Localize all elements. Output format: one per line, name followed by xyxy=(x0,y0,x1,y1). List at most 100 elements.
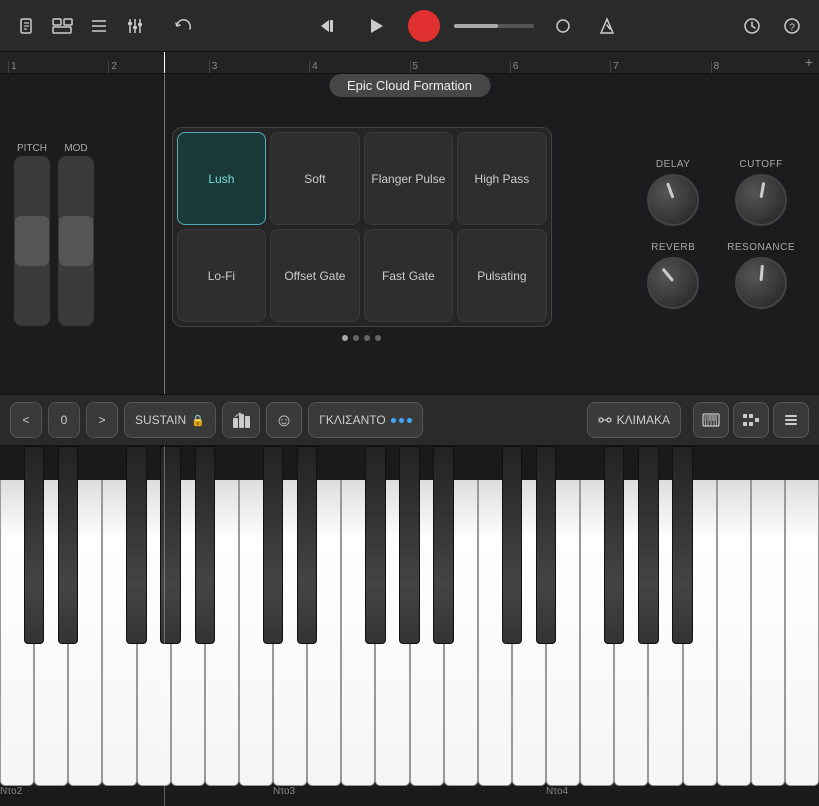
pad-pulsating[interactable]: Pulsating xyxy=(457,229,547,322)
black-key-1-5[interactable] xyxy=(433,446,453,644)
mod-thumb xyxy=(59,216,93,266)
keyboard-section: Ντο2 Ντο3 Ντο4 xyxy=(0,446,819,806)
piano-icon-button[interactable] xyxy=(693,402,729,438)
help-button[interactable]: ? xyxy=(777,11,807,41)
delay-knob[interactable] xyxy=(647,174,699,226)
resonance-knob[interactable] xyxy=(735,257,787,309)
emoji-button[interactable]: ☺ xyxy=(266,402,302,438)
pad-lo-fi[interactable]: Lo-Fi xyxy=(177,229,267,322)
pads-dot-1[interactable] xyxy=(342,335,348,341)
toolbar-center xyxy=(206,8,729,44)
scala-button[interactable]: ΚΛΙΜΑΚΑ xyxy=(587,402,681,438)
note-label-c3: Ντο3 xyxy=(273,786,295,797)
arp-button[interactable] xyxy=(222,402,260,438)
octave-next-button[interactable]: > xyxy=(86,402,118,438)
black-key-0-4[interactable] xyxy=(160,446,180,644)
pitch-slider[interactable] xyxy=(14,156,50,326)
black-key-0-1[interactable] xyxy=(58,446,78,644)
sliders xyxy=(14,156,94,326)
glide-dot-3 xyxy=(407,418,412,423)
sustain-label: SUSTAIN xyxy=(135,413,186,427)
black-key-2-0[interactable] xyxy=(502,446,522,644)
ruler-mark-1: 1 xyxy=(8,61,108,73)
pad-lush[interactable]: Lush xyxy=(177,132,267,225)
ruler-mark-2: 2 xyxy=(108,61,208,73)
ruler-mark-3: 3 xyxy=(209,61,309,73)
ruler-mark-6: 6 xyxy=(510,61,610,73)
pads-grid: Lush Soft Flanger Pulse High Pass Lo-Fi … xyxy=(172,127,552,327)
white-key-22[interactable] xyxy=(751,480,785,786)
black-key-2-4[interactable] xyxy=(638,446,658,644)
pad-fast-gate[interactable]: Fast Gate xyxy=(364,229,454,322)
pads-section: Lush Soft Flanger Pulse High Pass Lo-Fi … xyxy=(110,127,613,341)
mod-label: MOD xyxy=(58,143,94,154)
pads-dot-3[interactable] xyxy=(364,335,370,341)
reverb-label: REVERB xyxy=(651,242,695,253)
bottom-controls: < 0 > SUSTAIN 🔒 ☺ ΓΚΛΙΣΑΝΤΟ ΚΛΙΜΑΚΑ xyxy=(0,394,819,446)
resonance-label: RESONANCE xyxy=(727,242,795,253)
record-button[interactable] xyxy=(408,10,440,42)
ruler-plus-icon[interactable]: + xyxy=(805,54,813,70)
delay-label: DELAY xyxy=(656,159,691,170)
mod-slider[interactable] xyxy=(58,156,94,326)
playhead-line xyxy=(164,52,165,73)
white-key-23[interactable] xyxy=(785,480,819,786)
black-key-0-5[interactable] xyxy=(195,446,215,644)
pitch-label: PITCH xyxy=(14,143,50,154)
mixer-icon[interactable] xyxy=(120,11,150,41)
pad-offset-gate[interactable]: Offset Gate xyxy=(270,229,360,322)
play-button[interactable] xyxy=(358,8,394,44)
pads-pagination xyxy=(342,335,381,341)
pads-dot-4[interactable] xyxy=(375,335,381,341)
black-key-2-1[interactable] xyxy=(536,446,556,644)
new-document-icon[interactable] xyxy=(12,11,42,41)
note-label-c4: Ντο4 xyxy=(546,786,568,797)
cutoff-label: CUTOFF xyxy=(739,159,782,170)
lock-icon: 🔒 xyxy=(191,414,205,427)
list-icon[interactable] xyxy=(84,11,114,41)
rewind-button[interactable] xyxy=(314,11,344,41)
ruler-mark-4: 4 xyxy=(309,61,409,73)
right-icons xyxy=(693,402,809,438)
toolbar-right: ? xyxy=(737,11,807,41)
tracks-icon[interactable] xyxy=(48,11,78,41)
black-key-1-4[interactable] xyxy=(399,446,419,644)
black-key-1-3[interactable] xyxy=(365,446,385,644)
octave-prev-button[interactable]: < xyxy=(10,402,42,438)
pad-soft[interactable]: Soft xyxy=(270,132,360,225)
glide-button[interactable]: ΓΚΛΙΣΑΝΤΟ xyxy=(308,402,423,438)
black-key-1-1[interactable] xyxy=(297,446,317,644)
black-key-2-5[interactable] xyxy=(672,446,692,644)
cutoff-knob-group: CUTOFF xyxy=(727,159,795,226)
resonance-knob-group: RESONANCE xyxy=(727,242,795,309)
black-key-1-0[interactable] xyxy=(263,446,283,644)
pitch-thumb xyxy=(15,216,49,266)
volume-slider[interactable] xyxy=(454,24,534,28)
undo-btn[interactable] xyxy=(168,11,198,41)
pad-flanger-pulse[interactable]: Flanger Pulse xyxy=(364,132,454,225)
note-labels: Ντο2 Ντο3 Ντο4 xyxy=(0,786,819,806)
pads-dot-2[interactable] xyxy=(353,335,359,341)
toolbar: ? xyxy=(0,0,819,52)
pattern-icon-button[interactable] xyxy=(733,402,769,438)
black-key-0-0[interactable] xyxy=(24,446,44,644)
song-name[interactable]: Epic Cloud Formation xyxy=(329,74,490,97)
glide-dots xyxy=(391,418,412,423)
main-area: PITCH MOD Lush Soft Flanger Pulse High P… xyxy=(0,74,819,394)
volume-circle-icon xyxy=(548,11,578,41)
white-key-21[interactable] xyxy=(717,480,751,786)
keyboard-container: Ντο2 Ντο3 Ντο4 xyxy=(0,446,819,806)
cutoff-knob[interactable] xyxy=(735,174,787,226)
emoji-icon: ☺ xyxy=(275,410,293,431)
black-key-2-3[interactable] xyxy=(604,446,624,644)
toolbar-left xyxy=(12,11,150,41)
metronome-icon[interactable] xyxy=(592,11,622,41)
sustain-button[interactable]: SUSTAIN 🔒 xyxy=(124,402,216,438)
pad-high-pass[interactable]: High Pass xyxy=(457,132,547,225)
svg-text:?: ? xyxy=(789,22,795,33)
reverb-knob[interactable] xyxy=(647,257,699,309)
options-icon-button[interactable] xyxy=(773,402,809,438)
ruler-mark-8: 8 xyxy=(711,61,811,73)
black-key-0-3[interactable] xyxy=(126,446,146,644)
clock-icon[interactable] xyxy=(737,11,767,41)
